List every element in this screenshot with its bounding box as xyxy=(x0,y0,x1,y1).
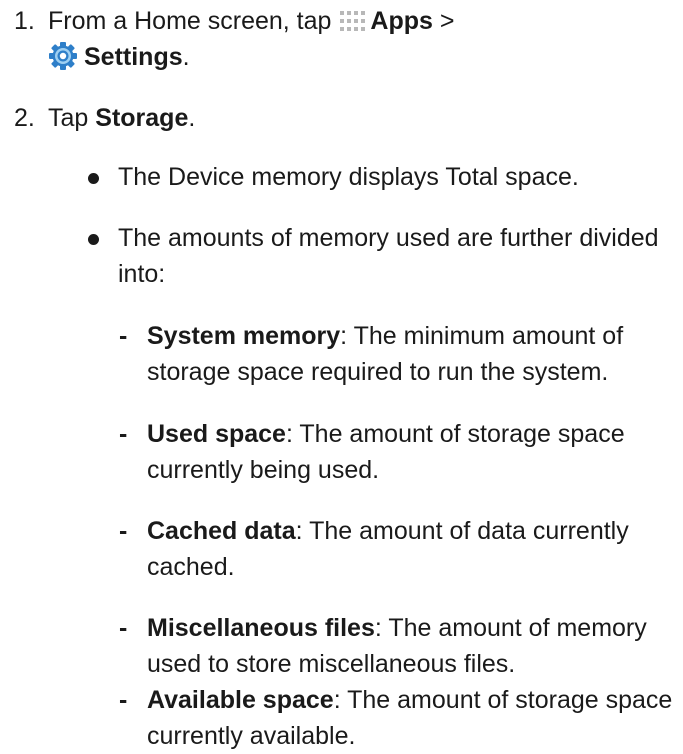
sub-item-text: Available space: The amount of storage s… xyxy=(147,682,677,754)
settings-label: Settings xyxy=(84,43,183,71)
step-prefix: Tap xyxy=(48,104,89,132)
separator: > xyxy=(439,7,455,35)
bullet-dot xyxy=(88,173,99,184)
dash-marker: - xyxy=(119,686,128,714)
step-text: Tap Storage. xyxy=(48,100,668,136)
apps-grid-icon xyxy=(340,11,366,31)
dash-marker: - xyxy=(119,322,128,350)
step-text: From a Home screen, tap Apps > Settings. xyxy=(48,3,668,75)
bullet-dot xyxy=(88,234,99,245)
bullet-text: The amounts of memory used are further d… xyxy=(118,224,659,288)
dash-marker: - xyxy=(119,517,128,545)
step-number: 2. xyxy=(14,104,35,132)
bullet-text: The Device memory displays Total space. xyxy=(118,163,579,191)
sub-item-text: Miscellaneous files: The amount of memor… xyxy=(147,610,677,682)
dash-marker: - xyxy=(119,420,128,448)
term: Cached data xyxy=(147,517,296,545)
step-suffix: . xyxy=(182,43,190,71)
settings-gear-icon xyxy=(49,42,77,70)
term: Available space xyxy=(147,686,334,714)
term: Miscellaneous files xyxy=(147,614,375,642)
step-number: 1. xyxy=(14,7,35,35)
step-prefix: From a Home screen, tap xyxy=(48,7,332,35)
apps-label: Apps xyxy=(370,7,433,35)
sub-item-text: Used space: The amount of storage space … xyxy=(147,416,677,488)
sub-item-text: System memory: The minimum amount of sto… xyxy=(147,318,677,390)
term: System memory xyxy=(147,322,341,350)
instruction-page: 1. From a Home screen, tap Apps > Settin… xyxy=(0,0,683,750)
storage-label: Storage xyxy=(95,104,189,132)
dash-marker: - xyxy=(119,614,128,642)
sub-item-text: Cached data: The amount of data currentl… xyxy=(147,513,677,585)
step-suffix: . xyxy=(188,104,196,132)
term: Used space xyxy=(147,420,286,448)
